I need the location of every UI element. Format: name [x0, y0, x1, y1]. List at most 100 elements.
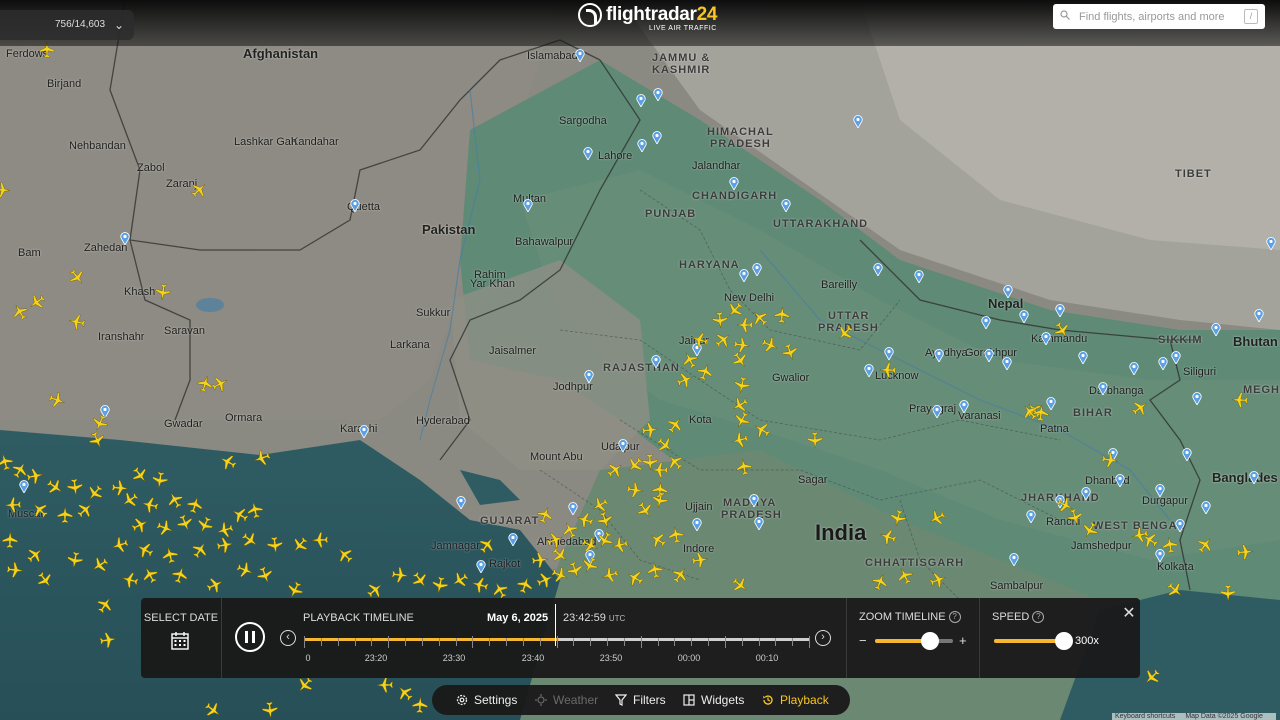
airport-marker[interactable]	[1026, 510, 1036, 523]
search-input[interactable]	[1077, 7, 1241, 27]
help-icon[interactable]: ?	[948, 611, 961, 624]
airport-marker[interactable]	[523, 199, 533, 212]
aircraft-icon[interactable]	[56, 506, 74, 524]
aircraft-icon[interactable]	[91, 556, 109, 574]
aircraft-icon[interactable]	[311, 531, 329, 549]
aircraft-icon[interactable]	[391, 566, 409, 584]
search-box[interactable]: /	[1053, 4, 1265, 29]
airport-marker[interactable]	[984, 349, 994, 362]
aircraft-icon[interactable]	[76, 501, 94, 519]
airport-marker[interactable]	[1249, 471, 1259, 484]
weather-button[interactable]: Weather	[535, 685, 598, 715]
aircraft-icon[interactable]	[611, 536, 629, 554]
aircraft-icon[interactable]	[1081, 521, 1099, 539]
airport-marker[interactable]	[1266, 237, 1276, 250]
airport-marker[interactable]	[575, 49, 585, 62]
aircraft-icon[interactable]	[491, 581, 509, 599]
aircraft-icon[interactable]	[1196, 536, 1214, 554]
airport-marker[interactable]	[781, 199, 791, 212]
aircraft-icon[interactable]	[296, 676, 314, 694]
airport-marker[interactable]	[1129, 362, 1139, 375]
aircraft-icon[interactable]	[366, 581, 384, 599]
aircraft-icon[interactable]	[1231, 391, 1249, 409]
airport-marker[interactable]	[456, 496, 466, 509]
airport-marker[interactable]	[583, 147, 593, 160]
select-date-section[interactable]: SELECT DATE	[141, 598, 222, 678]
aircraft-icon[interactable]	[28, 293, 46, 311]
settings-button[interactable]: Settings	[456, 685, 517, 715]
airport-marker[interactable]	[1254, 309, 1264, 322]
airport-marker[interactable]	[1158, 357, 1168, 370]
aircraft-icon[interactable]	[111, 536, 129, 554]
airport-marker[interactable]	[1192, 392, 1202, 405]
airport-marker[interactable]	[1055, 304, 1065, 317]
airport-marker[interactable]	[959, 400, 969, 413]
aircraft-icon[interactable]	[928, 509, 946, 527]
aircraft-icon[interactable]	[190, 181, 208, 199]
aircraft-icon[interactable]	[471, 576, 489, 594]
airport-marker[interactable]	[853, 115, 863, 128]
aircraft-icon[interactable]	[714, 331, 732, 349]
aircraft-icon[interactable]	[376, 676, 394, 694]
aircraft-icon[interactable]	[336, 546, 354, 564]
aircraft-icon[interactable]	[751, 309, 769, 327]
airport-marker[interactable]	[618, 439, 628, 452]
aircraft-icon[interactable]	[733, 411, 751, 429]
aircraft-icon[interactable]	[176, 514, 194, 532]
airport-marker[interactable]	[1115, 474, 1125, 487]
help-icon[interactable]: ?	[1032, 611, 1045, 624]
aircraft-icon[interactable]	[161, 546, 179, 564]
airport-marker[interactable]	[637, 139, 647, 152]
aircraft-icon[interactable]	[879, 361, 897, 379]
airport-marker[interactable]	[752, 263, 762, 276]
aircraft-icon[interactable]	[761, 336, 779, 354]
timeline-back-icon[interactable]: ‹	[280, 630, 296, 646]
aircraft-icon[interactable]	[806, 431, 824, 449]
aircraft-icon[interactable]	[286, 581, 304, 599]
aircraft-icon[interactable]	[266, 536, 284, 554]
airport-marker[interactable]	[1002, 357, 1012, 370]
aircraft-icon[interactable]	[191, 541, 209, 559]
airport-marker[interactable]	[1201, 501, 1211, 514]
aircraft-icon[interactable]	[601, 566, 619, 584]
aircraft-icon[interactable]	[88, 431, 106, 449]
zoom-in-button[interactable]: +	[959, 633, 967, 648]
aircraft-icon[interactable]	[1101, 451, 1119, 469]
aircraft-icon[interactable]	[691, 331, 709, 349]
aircraft-icon[interactable]	[478, 536, 496, 554]
aircraft-icon[interactable]	[236, 561, 254, 579]
aircraft-icon[interactable]	[667, 526, 685, 544]
aircraft-icon[interactable]	[256, 566, 274, 584]
speed-slider-handle[interactable]	[1055, 632, 1073, 650]
aircraft-icon[interactable]	[606, 461, 624, 479]
aircraft-icon[interactable]	[696, 363, 714, 381]
aircraft-icon[interactable]	[121, 491, 139, 509]
keyboard-shortcuts-link[interactable]: Keyboard shortcuts	[1115, 713, 1175, 720]
aircraft-icon[interactable]	[773, 306, 791, 324]
airport-marker[interactable]	[508, 533, 518, 546]
aircraft-icon[interactable]	[733, 376, 751, 394]
aircraft-icon[interactable]	[896, 567, 914, 585]
airport-marker[interactable]	[651, 355, 661, 368]
aircraft-icon[interactable]	[4, 496, 22, 514]
aircraft-icon[interactable]	[6, 561, 24, 579]
aircraft-icon[interactable]	[731, 576, 749, 594]
aircraft-icon[interactable]	[651, 491, 669, 509]
aircraft-icon[interactable]	[26, 467, 44, 485]
aircraft-icon[interactable]	[551, 546, 569, 564]
aircraft-icon[interactable]	[66, 551, 84, 569]
aircraft-icon[interactable]	[26, 546, 44, 564]
aircraft-icon[interactable]	[131, 466, 149, 484]
airport-marker[interactable]	[1041, 332, 1051, 345]
aircraft-icon[interactable]	[48, 391, 66, 409]
aircraft-icon[interactable]	[96, 596, 114, 614]
aircraft-icon[interactable]	[646, 561, 664, 579]
widgets-button[interactable]: Widgets	[683, 685, 744, 715]
aircraft-icon[interactable]	[731, 351, 749, 369]
aircraft-icon[interactable]	[68, 313, 86, 331]
airport-marker[interactable]	[692, 518, 702, 531]
airport-marker[interactable]	[739, 269, 749, 282]
aircraft-icon[interactable]	[211, 375, 229, 393]
airport-marker[interactable]	[1098, 382, 1108, 395]
aircraft-icon[interactable]	[536, 506, 554, 524]
